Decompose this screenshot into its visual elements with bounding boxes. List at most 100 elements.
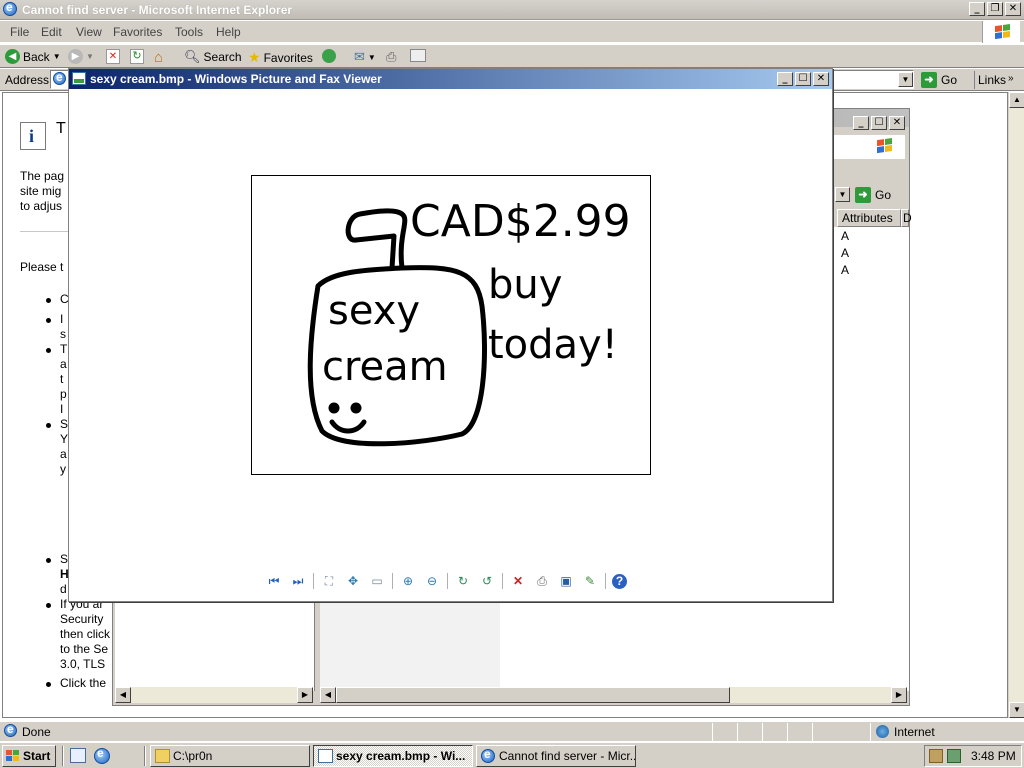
info-icon: i [20, 122, 46, 150]
stop-button[interactable]: ✕ [106, 49, 120, 64]
explorer-go-button[interactable]: ➜ Go [855, 187, 891, 203]
viewer-maximize-button[interactable]: ☐ [795, 72, 811, 86]
back-arrow-icon: ◀ [5, 49, 20, 64]
status-divider [737, 723, 738, 741]
minimize-button[interactable]: _ [969, 2, 985, 16]
back-dropdown-icon[interactable]: ▼ [53, 52, 61, 61]
toolbar-separator [447, 573, 448, 589]
quicklaunch-ie-icon[interactable] [94, 746, 110, 764]
scroll-right-button[interactable]: ▶ [891, 687, 907, 703]
viewer-toolbar: ⏮ ⏭ ⛶ ✥ ▭ ⊕ ⊖ ↻ ↺ ✕ ⎙ ▣ ✎ ? [265, 572, 627, 590]
picture-viewer-window[interactable]: sexy cream.bmp - Windows Picture and Fax… [68, 68, 833, 602]
best-fit-icon[interactable]: ⛶ [320, 573, 338, 589]
menu-view[interactable]: View [76, 25, 102, 39]
print-icon[interactable]: ⎙ [533, 573, 551, 589]
explorer-address-dropdown[interactable]: ▼ [835, 187, 850, 202]
help-icon[interactable]: ? [612, 573, 627, 589]
actual-size-icon[interactable]: ✥ [344, 573, 362, 589]
list-fragment: S [60, 417, 69, 431]
viewer-close-button[interactable]: ✕ [813, 72, 829, 86]
favorites-button[interactable]: ★ Favorites [248, 49, 313, 66]
explorer-maximize-button[interactable]: ☐ [871, 116, 887, 130]
column-header-attributes[interactable]: Attributes [837, 209, 901, 227]
menu-file[interactable]: File [10, 25, 29, 39]
folder-pane-hscrollbar[interactable]: ◀ ▶ [115, 687, 313, 703]
list-fragment: d [60, 582, 67, 596]
slideshow-icon[interactable]: ▭ [368, 573, 386, 589]
tray-volume-icon[interactable] [947, 749, 961, 763]
forward-dropdown-icon[interactable]: ▼ [86, 52, 94, 61]
scroll-down-button[interactable]: ▼ [1009, 702, 1024, 718]
scroll-left-button[interactable]: ◀ [320, 687, 336, 703]
mail-dropdown-icon[interactable]: ▼ [368, 53, 376, 62]
start-button[interactable]: Start [2, 745, 56, 767]
stop-icon: ✕ [106, 49, 120, 64]
contents-pane-hscrollbar[interactable]: ◀ ▶ [320, 687, 907, 703]
home-button[interactable]: ⌂ [154, 49, 163, 66]
scroll-left-button[interactable]: ◀ [115, 687, 131, 703]
previous-image-icon[interactable]: ⏮ [265, 573, 283, 589]
toolbar-separator [313, 573, 314, 589]
refresh-button[interactable]: ↻ [130, 49, 144, 64]
rotate-clockwise-icon[interactable]: ↻ [454, 573, 472, 589]
links-divider [974, 71, 975, 89]
viewer-title-bar[interactable]: sexy cream.bmp - Windows Picture and Fax… [69, 69, 832, 89]
open-for-editing-icon[interactable]: ✎ [581, 573, 599, 589]
address-dropdown-button[interactable]: ▼ [898, 72, 913, 87]
taskbar-task-explorer[interactable]: C:\pr0n [150, 745, 310, 767]
back-button[interactable]: ◀ Back ▼ [5, 49, 61, 64]
print-button[interactable]: ⎙ [386, 49, 396, 65]
save-icon[interactable]: ▣ [557, 573, 575, 589]
jar-pump-outline [345, 208, 408, 271]
toolbar-separator [502, 573, 503, 589]
explorer-close-button[interactable]: ✕ [889, 116, 905, 130]
edit-button[interactable] [410, 49, 426, 62]
attribute-value: A [841, 246, 850, 260]
status-page-icon [4, 722, 17, 737]
scroll-thumb[interactable] [336, 687, 730, 703]
viewer-minimize-button[interactable]: _ [777, 72, 793, 86]
restore-button[interactable]: ❐ [987, 2, 1003, 16]
status-divider [787, 723, 788, 741]
search-button[interactable]: 🔍︎ Search [184, 49, 242, 65]
menu-tools[interactable]: Tools [175, 25, 203, 39]
forward-button[interactable]: ▶ ▼ [68, 49, 94, 64]
zoom-out-icon[interactable]: ⊖ [423, 573, 441, 589]
mail-button[interactable]: ✉ ▼ [354, 49, 376, 65]
tray-network-icon[interactable] [929, 749, 943, 763]
menu-favorites[interactable]: Favorites [113, 25, 162, 39]
close-button[interactable]: ✕ [1005, 2, 1021, 16]
ie-title-bar[interactable]: Cannot find server - Microsoft Internet … [0, 0, 1024, 20]
picture-viewer-icon [318, 749, 333, 763]
taskbar-task-internet-explorer[interactable]: Cannot find server - Micr... [476, 745, 636, 767]
media-button[interactable] [322, 49, 336, 63]
menu-edit[interactable]: Edit [41, 25, 62, 39]
explorer-minimize-button[interactable]: _ [853, 116, 869, 130]
column-header-next[interactable]: D [901, 209, 912, 227]
product-name-line-2: cream [322, 344, 448, 390]
list-fragment: a [60, 357, 67, 371]
page-please-text: Please t [20, 260, 64, 274]
next-image-icon[interactable]: ⏭ [289, 573, 307, 589]
menu-help[interactable]: Help [216, 25, 241, 39]
links-chevron-icon[interactable]: » [1008, 73, 1014, 84]
zoom-in-icon[interactable]: ⊕ [399, 573, 417, 589]
show-desktop-icon[interactable] [70, 748, 86, 763]
mail-icon: ✉ [354, 49, 365, 64]
attribute-value: A [841, 263, 850, 277]
links-button[interactable]: Links [978, 73, 1006, 87]
list-fragment: S [60, 552, 69, 566]
rotate-counterclockwise-icon[interactable]: ↺ [478, 573, 496, 589]
clock[interactable]: 3:48 PM [971, 749, 1016, 763]
toolbar-separator [392, 573, 393, 589]
taskbar-task-picture-viewer[interactable]: sexy cream.bmp - Wi... [313, 745, 473, 767]
ie-vertical-scrollbar[interactable]: ▲ ▼ [1008, 92, 1024, 718]
scroll-right-button[interactable]: ▶ [297, 687, 313, 703]
task-label: Cannot find server - Micr... [499, 749, 636, 763]
windows-flag-icon [995, 24, 1011, 40]
scroll-up-button[interactable]: ▲ [1009, 92, 1024, 108]
list-fragment: a [60, 447, 67, 461]
delete-icon[interactable]: ✕ [509, 573, 527, 589]
go-button[interactable]: ➜ Go [921, 72, 957, 88]
price-text: CAD$2.99 [410, 196, 631, 247]
